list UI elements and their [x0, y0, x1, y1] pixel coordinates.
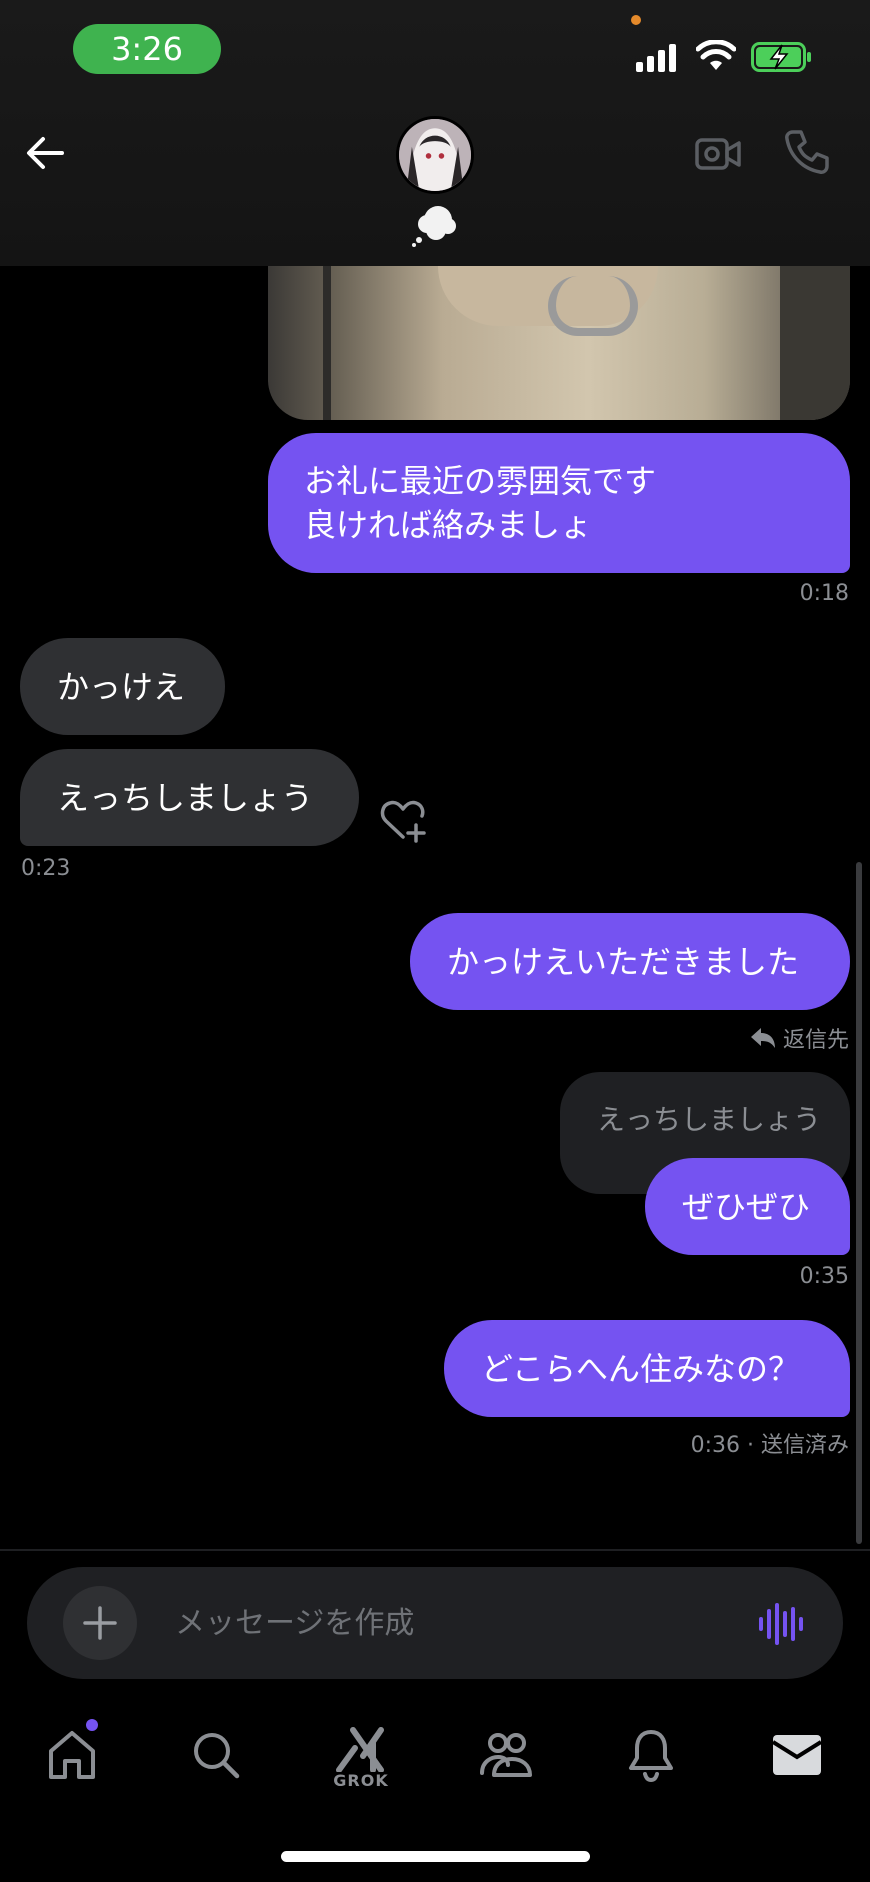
- video-call-icon[interactable]: [694, 130, 742, 178]
- search-icon: [194, 1733, 240, 1779]
- message-text: かっけえいただきました: [447, 942, 800, 981]
- avatar[interactable]: [396, 116, 474, 194]
- message-input[interactable]: [175, 1595, 735, 1651]
- message-timestamp: 0:36: [690, 1433, 740, 1458]
- message-timestamp: 0:18: [799, 581, 849, 606]
- message-text-line: 良ければ絡みましょ: [304, 506, 593, 544]
- message-text: かっけえ: [57, 667, 186, 706]
- home-icon: [49, 1731, 95, 1779]
- outgoing-message-bubble[interactable]: どこらへん住みなの？: [444, 1320, 850, 1417]
- nav-communities[interactable]: [474, 1720, 538, 1790]
- wifi-icon: [696, 40, 736, 70]
- notifications-icon: [629, 1730, 673, 1782]
- reply-indicator: 返信先: [749, 1022, 849, 1054]
- communities-icon: [480, 1733, 532, 1777]
- message-timestamp: 0:35: [799, 1264, 849, 1289]
- message-text-line: お礼に最近の雰囲気です: [304, 462, 657, 500]
- reply-arrow-icon: [750, 1028, 775, 1048]
- status-time: 3:26: [73, 24, 221, 74]
- home-indicator[interactable]: [281, 1851, 590, 1862]
- phone-call-icon[interactable]: [783, 128, 831, 176]
- status-bar: 3:26: [0, 0, 870, 110]
- message-text: えっちしましょう: [57, 778, 314, 817]
- message-sent-status: · 送信済み: [747, 1433, 849, 1458]
- message-text: ぜひぜひ: [682, 1187, 811, 1226]
- heart-plus-react-icon[interactable]: [378, 795, 428, 845]
- photo-detail: [548, 276, 638, 336]
- incoming-message-bubble[interactable]: えっちしましょう: [20, 749, 359, 846]
- privacy-indicator-dot: [631, 15, 641, 25]
- voice-message-icon[interactable]: [757, 1601, 803, 1647]
- thought-bubble-icon[interactable]: [410, 200, 458, 248]
- message-timestamp: 0:23: [21, 856, 71, 881]
- grok-icon: [336, 1727, 384, 1772]
- plus-icon: [83, 1606, 117, 1640]
- outgoing-message-bubble[interactable]: ぜひぜひ: [645, 1158, 850, 1255]
- grok-label: GROK: [333, 1771, 389, 1790]
- nav-messages[interactable]: [765, 1720, 829, 1790]
- nav-notifications[interactable]: [619, 1720, 683, 1790]
- bottom-navigation: GROK: [0, 1700, 870, 1810]
- shared-photo[interactable]: [268, 266, 850, 420]
- message-text: どこらへん住みなの？: [481, 1349, 801, 1388]
- battery-charging-icon: [751, 42, 811, 72]
- nav-search[interactable]: [184, 1720, 248, 1790]
- outgoing-message-bubble[interactable]: お礼に最近の雰囲気です 良ければ絡みましょ: [268, 433, 850, 573]
- add-attachment-button[interactable]: [63, 1586, 137, 1660]
- photo-detail: [780, 266, 850, 420]
- incoming-message-bubble[interactable]: かっけえ: [20, 638, 225, 735]
- divider: [0, 1549, 870, 1551]
- quoted-message-text: えっちしましょう: [597, 1103, 822, 1136]
- cellular-signal-icon: [636, 44, 676, 72]
- message-composer: [27, 1567, 843, 1679]
- message-status-line: 0:36 · 送信済み: [691, 1427, 849, 1459]
- reply-label-text: 返信先: [782, 1028, 849, 1053]
- outgoing-message-bubble[interactable]: かっけえいただきました: [410, 913, 850, 1010]
- notification-dot: [86, 1719, 98, 1731]
- photo-detail: [323, 266, 331, 420]
- back-arrow-icon[interactable]: [22, 130, 68, 176]
- messages-icon: [772, 1735, 822, 1775]
- avatar-image: [399, 119, 471, 191]
- scrollbar[interactable]: [856, 862, 862, 1544]
